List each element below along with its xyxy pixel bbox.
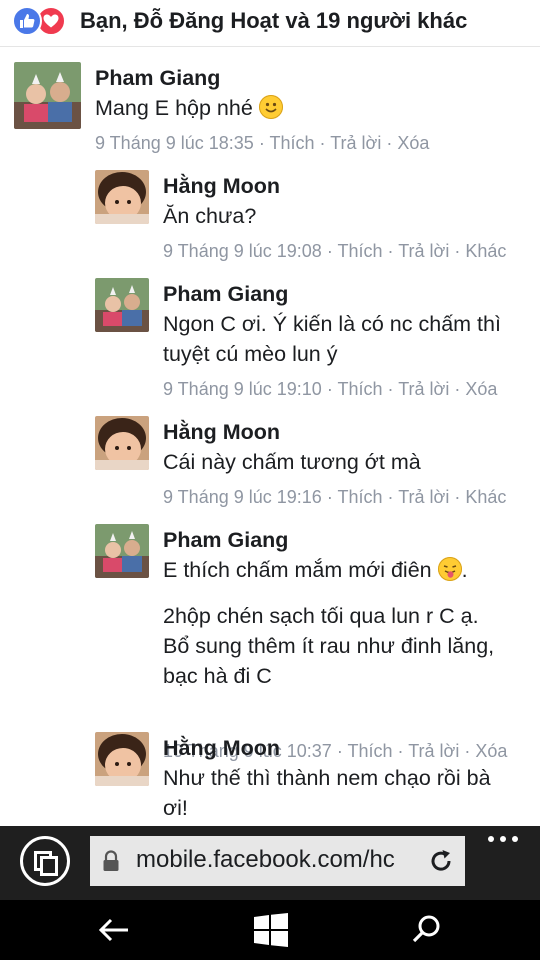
comment-meta: 9 Tháng 9 lúc 18:35 · Thích · Trả lời · … xyxy=(95,133,430,153)
comment-meta: 9 Tháng 9 lúc 19:10 · Thích · Trả lời · … xyxy=(163,379,498,399)
reactions-summary[interactable]: Bạn, Đỗ Đăng Hoạt và 19 người khác xyxy=(80,8,467,34)
url-text[interactable]: mobile.facebook.com/hc xyxy=(136,846,424,874)
comment-text-span: E thích chấm mắm mới điên xyxy=(163,558,432,582)
reactions-bar[interactable]: Bạn, Đỗ Đăng Hoạt và 19 người khác xyxy=(0,0,540,47)
like-link[interactable]: Thích xyxy=(337,487,382,507)
comment-author[interactable]: Hằng Moon xyxy=(163,174,280,199)
comment-text: Ăn chưa? xyxy=(163,201,256,231)
reply-comment: Hằng Moon Như thế thì thành nem chạo rồi… xyxy=(0,719,540,829)
reply-comment: Pham Giang Ngon C ơi. Ý kiến là có nc ch… xyxy=(0,265,540,403)
comment-text: E thích chấm mắm mới điên . 2hộp chén sạ… xyxy=(163,555,533,691)
comment-text: Mang E hộp nhé xyxy=(95,93,283,123)
reply-link[interactable]: Trả lời xyxy=(398,241,449,261)
tabs-icon-front-square xyxy=(40,856,58,876)
comment-text: Ngon C ơi. Ý kiến là có nc chấm thì tuyệ… xyxy=(163,309,533,369)
windows-icon[interactable] xyxy=(254,913,288,947)
dot xyxy=(500,836,506,842)
lock-icon xyxy=(103,850,119,871)
dot xyxy=(512,836,518,842)
comment-author[interactable]: Pham Giang xyxy=(163,282,288,307)
comment-text-line: Cái này chấm tương ớt mà xyxy=(163,450,421,474)
comment-meta: 9 Tháng 9 lúc 19:16 · Thích · Trả lời · … xyxy=(163,487,507,507)
comment-time[interactable]: 9 Tháng 9 lúc 18:35 xyxy=(95,133,254,153)
avatar[interactable] xyxy=(95,524,149,578)
system-nav-bar xyxy=(0,900,540,960)
comment-text: Cái này chấm tương ớt mà xyxy=(163,447,421,477)
comment-author[interactable]: Hằng Moon xyxy=(163,420,280,445)
browser-address-bar: mobile.facebook.com/hc xyxy=(0,826,540,900)
avatar[interactable] xyxy=(95,170,149,224)
more-link[interactable]: Khác xyxy=(465,241,506,261)
address-field[interactable]: mobile.facebook.com/hc xyxy=(90,836,465,886)
comment-text-line: Ăn chưa? xyxy=(163,204,257,228)
comment-time[interactable]: 9 Tháng 9 lúc 19:16 xyxy=(163,487,322,507)
refresh-icon[interactable] xyxy=(428,848,454,874)
reply-comment: Hằng Moon Cái này chấm tương ớt mà 9 Thá… xyxy=(0,403,540,511)
search-icon[interactable] xyxy=(412,914,442,944)
more-link[interactable]: Khác xyxy=(465,487,506,507)
like-link[interactable]: Thích xyxy=(337,379,382,399)
more-icon[interactable] xyxy=(486,834,520,846)
back-icon[interactable] xyxy=(98,916,130,944)
comment-text-line: Ngon C ơi. Ý kiến là có nc chấm thì xyxy=(163,312,501,336)
comment-text: Như thế thì thành nem chạo rồi bà ơi! xyxy=(163,763,533,823)
tongue-emoji xyxy=(437,557,462,581)
delete-link[interactable]: Xóa xyxy=(465,379,497,399)
comment-text-line: E thích chấm mắm mới điên . xyxy=(163,557,468,582)
reply-link[interactable]: Trả lời xyxy=(398,487,449,507)
comment-author[interactable]: Pham Giang xyxy=(163,528,288,553)
smile-emoji xyxy=(258,95,283,119)
comment-meta: 9 Tháng 9 lúc 19:08 · Thích · Trả lời · … xyxy=(163,241,507,261)
like-link[interactable]: Thích xyxy=(337,241,382,261)
comment-time[interactable]: 9 Tháng 9 lúc 19:08 xyxy=(163,241,322,261)
comment-text-line: tuyệt cú mèo lun ý xyxy=(163,342,338,366)
reply-comment: Hằng Moon Ăn chưa? 9 Tháng 9 lúc 19:08 ·… xyxy=(0,157,540,265)
avatar[interactable] xyxy=(95,416,149,470)
comment-author[interactable]: Pham Giang xyxy=(95,66,220,91)
comment-text-line: Mang E hộp nhé xyxy=(95,96,253,120)
comment-time[interactable]: 9 Tháng 9 lúc 19:10 xyxy=(163,379,322,399)
avatar[interactable] xyxy=(14,62,81,129)
comment-text-line: ơi! xyxy=(163,796,188,820)
comment: Pham Giang Mang E hộp nhé 9 Tháng 9 lúc … xyxy=(0,47,540,157)
like-link[interactable]: Thích xyxy=(269,133,314,153)
tabs-icon[interactable] xyxy=(20,836,70,886)
comment-text-line: bạc hà đi C xyxy=(163,664,272,688)
reply-link[interactable]: Trả lời xyxy=(330,133,381,153)
comment-text-line: Như thế thì thành nem chạo rồi bà xyxy=(163,766,491,790)
dot xyxy=(488,836,494,842)
comment-text-line: Bổ sung thêm ít rau như đinh lăng, xyxy=(163,634,495,658)
reply-link[interactable]: Trả lời xyxy=(398,379,449,399)
comment-text-line: 2hộp chén sạch tối qua lun r C ạ. xyxy=(163,604,479,628)
like-icon xyxy=(12,6,42,36)
avatar[interactable] xyxy=(95,732,149,786)
avatar[interactable] xyxy=(95,278,149,332)
comment-author[interactable]: Hằng Moon xyxy=(163,736,280,761)
reply-comment: Pham Giang E thích chấm mắm mới điên . 2… xyxy=(0,511,540,761)
delete-link[interactable]: Xóa xyxy=(397,133,429,153)
